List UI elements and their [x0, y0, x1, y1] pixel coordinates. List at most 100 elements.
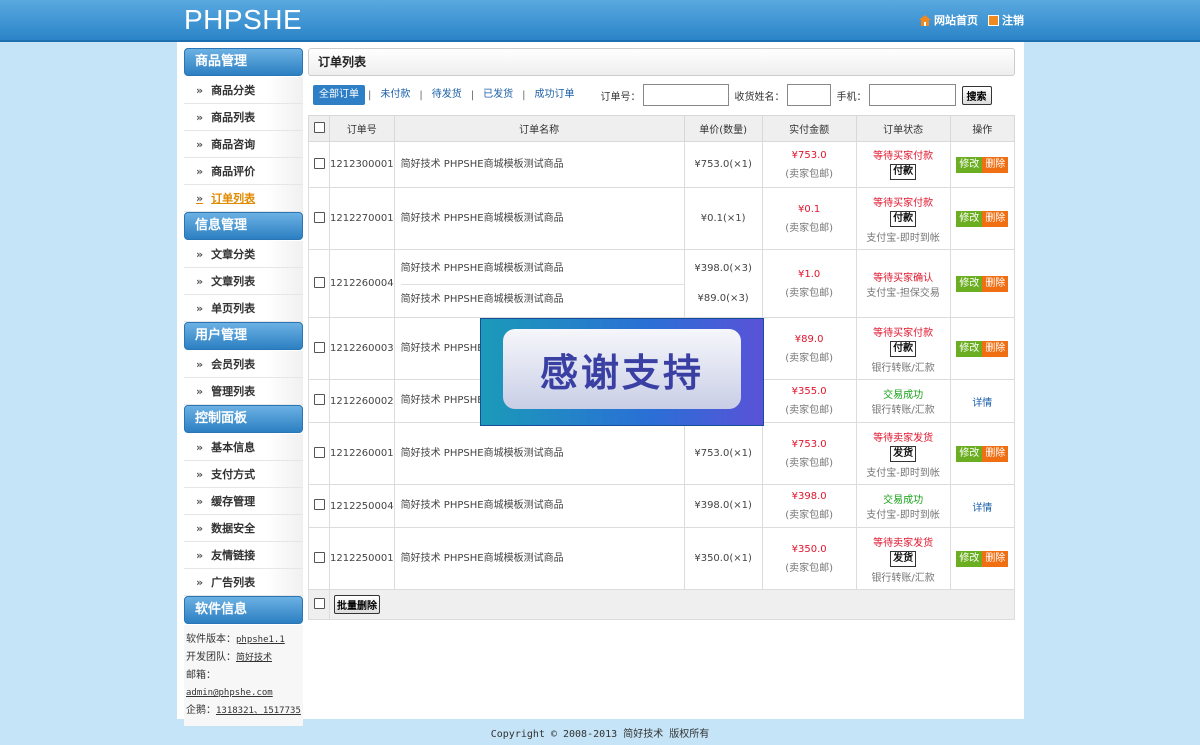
order-status-text: 等待卖家发货: [873, 432, 934, 444]
row-checkbox[interactable]: [313, 341, 325, 353]
delete-button[interactable]: 删除: [982, 550, 1009, 567]
delete-button[interactable]: 删除: [982, 445, 1009, 462]
edit-button[interactable]: 修改: [956, 340, 983, 357]
payment-method: 支付宝-担保交易: [866, 287, 940, 299]
sidebar-item[interactable]: » 文章列表: [184, 268, 303, 295]
detail-link[interactable]: 详情: [972, 503, 992, 514]
order-status-cell: 等待买家付款 付款 支付宝-即时到帐: [855, 187, 951, 250]
detail-link[interactable]: 详情: [972, 398, 992, 409]
footer-copyright: Copyright © 2008-2013 简好技术 版权所有: [490, 729, 710, 740]
order-item-name[interactable]: 简好技术 PHPSHE商城模板测试商品: [401, 439, 684, 469]
row-checkbox[interactable]: [313, 446, 325, 458]
edit-button[interactable]: 修改: [956, 445, 983, 462]
delete-button[interactable]: 删除: [982, 156, 1009, 173]
payment-method: 支付宝-即时到帐: [866, 232, 940, 244]
order-status-text: 交易成功: [883, 390, 924, 401]
paid-amount: ¥398.0: [791, 491, 827, 502]
chevron-right-icon: »: [196, 576, 204, 589]
edit-button[interactable]: 修改: [956, 156, 983, 173]
sidebar-group-title[interactable]: 控制面板: [184, 405, 303, 433]
paid-amount: ¥1.0: [797, 268, 821, 280]
order-price-cell: ¥0.1(×1): [683, 187, 763, 250]
delete-button[interactable]: 删除: [982, 275, 1009, 292]
sidebar-group-title[interactable]: 软件信息: [184, 596, 303, 624]
order-item-name[interactable]: 简好技术 PHPSHE商城模板测试商品: [401, 204, 684, 234]
sidebar-item[interactable]: » 文章分类: [184, 241, 303, 268]
sidebar-item[interactable]: » 商品咨询: [184, 131, 303, 158]
row-checkbox[interactable]: [313, 394, 325, 405]
software-info-value[interactable]: phpshe1.1: [236, 635, 285, 645]
edit-button[interactable]: 修改: [956, 275, 983, 292]
sidebar-item[interactable]: » 基本信息: [184, 434, 303, 461]
shipping-note: (卖家包邮): [785, 457, 834, 469]
sidebar-item[interactable]: » 会员列表: [184, 351, 303, 378]
edit-button[interactable]: 修改: [956, 210, 983, 227]
tab-unpaid[interactable]: 未付款: [374, 85, 416, 105]
order-action-button[interactable]: 发货: [890, 550, 917, 567]
sidebar-group-title[interactable]: 用户管理: [184, 322, 303, 350]
tab-shipped[interactable]: 已发货: [477, 85, 519, 105]
order-action-button[interactable]: 付款: [890, 340, 917, 357]
row-checkbox[interactable]: [313, 211, 325, 223]
sidebar-item[interactable]: » 数据安全: [184, 515, 303, 542]
software-info-value[interactable]: 1318321、1517735: [216, 706, 301, 716]
sidebar-item[interactable]: » 缓存管理: [184, 488, 303, 515]
sidebar-item-label: 商品分类: [211, 84, 256, 97]
sidebar-item[interactable]: » 管理列表: [184, 378, 303, 405]
delete-button[interactable]: 删除: [982, 340, 1009, 357]
order-item-name[interactable]: 简好技术 PHPSHE商城模板测试商品: [401, 254, 684, 284]
sidebar-item[interactable]: » 订单列表: [184, 185, 303, 212]
row-checkbox[interactable]: [313, 499, 325, 510]
order-item-name[interactable]: 简好技术 PHPSHE商城模板测试商品: [401, 150, 684, 180]
sidebar-item[interactable]: » 商品列表: [184, 104, 303, 131]
select-all-checkbox[interactable]: [313, 121, 325, 133]
order-item-name[interactable]: 简好技术 PHPSHE商城模板测试商品: [401, 544, 684, 574]
sidebar-item[interactable]: » 单页列表: [184, 295, 303, 322]
sidebar-group-title[interactable]: 商品管理: [184, 48, 303, 76]
batch-delete-button[interactable]: 批量删除: [334, 595, 380, 614]
software-info-value[interactable]: admin@phpshe.com: [186, 688, 273, 698]
row-checkbox-cell: [308, 527, 330, 590]
sidebar-group-title[interactable]: 信息管理: [184, 212, 303, 240]
order-paid-cell: ¥89.0 (卖家包邮): [761, 317, 857, 380]
order-action-button[interactable]: 付款: [890, 210, 917, 227]
order-paid-cell: ¥398.0 (卖家包邮): [761, 484, 857, 528]
sidebar-item[interactable]: » 广告列表: [184, 569, 303, 596]
order-ops-cell: 修改 删除: [949, 187, 1016, 250]
order-action-button[interactable]: 付款: [890, 164, 917, 180]
logout-link[interactable]: 注销: [988, 12, 1024, 28]
row-checkbox[interactable]: [313, 276, 325, 288]
edit-button[interactable]: 修改: [956, 550, 983, 567]
order-no-input[interactable]: [642, 84, 729, 106]
tab-all-orders[interactable]: 全部订单: [313, 85, 365, 105]
order-action-button[interactable]: 发货: [890, 445, 917, 462]
tab-success[interactable]: 成功订单: [529, 85, 581, 105]
row-checkbox[interactable]: [313, 157, 325, 169]
search-button[interactable]: 搜索: [961, 85, 992, 105]
filter-bar: 全部订单 | 未付款 | 待发货 | 已发货 | 成功订单 订单号： 收货姓名：…: [308, 83, 1015, 107]
name-input[interactable]: [786, 84, 831, 106]
software-info-value[interactable]: 简好技术: [236, 653, 272, 663]
chevron-right-icon: »: [196, 302, 204, 315]
logo[interactable]: PHPSHE: [184, 4, 302, 36]
tab-to-ship[interactable]: 待发货: [426, 85, 468, 105]
sidebar-item[interactable]: » 商品评价: [184, 158, 303, 185]
order-item-name[interactable]: 简好技术 PHPSHE商城模板测试商品: [400, 283, 684, 314]
sidebar-item[interactable]: » 支付方式: [184, 461, 303, 488]
software-info-row: 企鹅：1318321、1517735: [186, 702, 301, 720]
home-link-label: 网站首页: [934, 14, 978, 27]
order-price-cell: ¥398.0(×1): [683, 484, 763, 528]
delete-button[interactable]: 删除: [982, 210, 1009, 227]
sidebar-item[interactable]: » 友情链接: [184, 542, 303, 569]
phone-input[interactable]: [868, 84, 956, 106]
home-link[interactable]: 网站首页: [919, 12, 978, 28]
row-checkbox-cell: [308, 187, 330, 250]
batch-select-checkbox[interactable]: [313, 597, 325, 609]
order-item-name[interactable]: 简好技术 PHPSHE商城模板测试商品: [401, 491, 684, 521]
order-id: 1212260004: [329, 249, 395, 318]
sidebar-item[interactable]: » 商品分类: [184, 77, 303, 104]
tab-separator: |: [368, 89, 372, 101]
top-links: 网站首页 注销: [919, 12, 1024, 28]
home-icon: [919, 14, 931, 26]
row-checkbox[interactable]: [313, 551, 325, 563]
